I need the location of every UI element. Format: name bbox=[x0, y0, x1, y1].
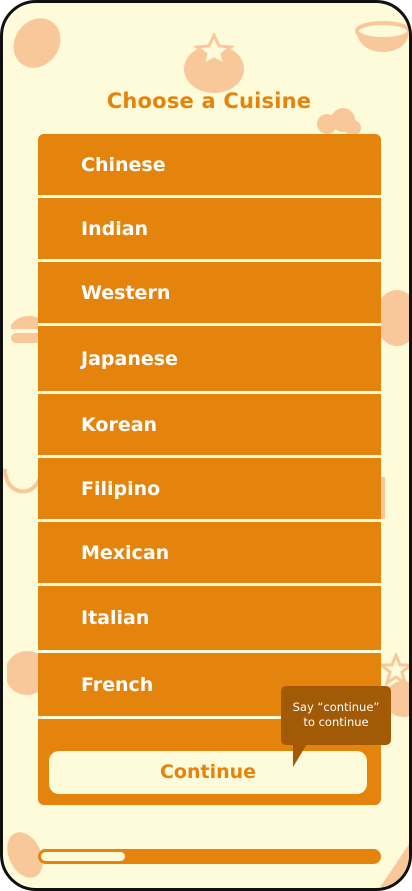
cuisine-option-label: Chinese bbox=[81, 153, 166, 176]
dish-icon bbox=[379, 844, 409, 888]
tooltip-line: to continue bbox=[303, 715, 369, 729]
cuisine-option-label: Filipino bbox=[81, 477, 161, 500]
page-title: Choose a Cuisine bbox=[106, 89, 312, 113]
bowl-icon bbox=[355, 21, 409, 52]
cuisine-option-label: Korean bbox=[81, 413, 158, 436]
voice-hint-tooltip: Say “continue” to continue bbox=[281, 686, 391, 745]
phone-frame: Choose a Cuisine Chinese Indian Western … bbox=[0, 0, 412, 891]
cuisine-option-filipino[interactable]: Filipino bbox=[38, 458, 381, 522]
cuisine-option-label: Mexican bbox=[81, 541, 170, 564]
cuisine-option-japanese[interactable]: Japanese bbox=[38, 326, 381, 394]
tomato-icon bbox=[184, 33, 244, 93]
cuisine-option-label: Western bbox=[81, 281, 171, 304]
cuisine-option-label: Indian bbox=[81, 217, 149, 240]
tooltip-line: Say “continue” bbox=[292, 700, 380, 714]
cuisine-option-korean[interactable]: Korean bbox=[38, 394, 381, 458]
cuisine-option-mexican[interactable]: Mexican bbox=[38, 522, 381, 586]
cuisine-option-western[interactable]: Western bbox=[38, 262, 381, 326]
cuisine-option-label: Italian bbox=[81, 607, 150, 629]
continue-button[interactable]: Continue bbox=[49, 751, 367, 794]
bowl-icon bbox=[13, 18, 61, 68]
bowl-icon bbox=[3, 468, 43, 494]
cuisine-option-label: Japanese bbox=[81, 347, 178, 370]
cuisine-option-italian[interactable]: Italian bbox=[38, 586, 381, 653]
dish-icon bbox=[381, 477, 385, 519]
cuisine-option-label: French bbox=[81, 673, 154, 696]
progress-fill bbox=[41, 852, 125, 861]
cuisine-option-indian[interactable]: Indian bbox=[38, 198, 381, 262]
progress-bar bbox=[38, 849, 381, 864]
cuisine-option-chinese[interactable]: Chinese bbox=[38, 134, 381, 198]
tooltip-tail bbox=[293, 744, 307, 767]
